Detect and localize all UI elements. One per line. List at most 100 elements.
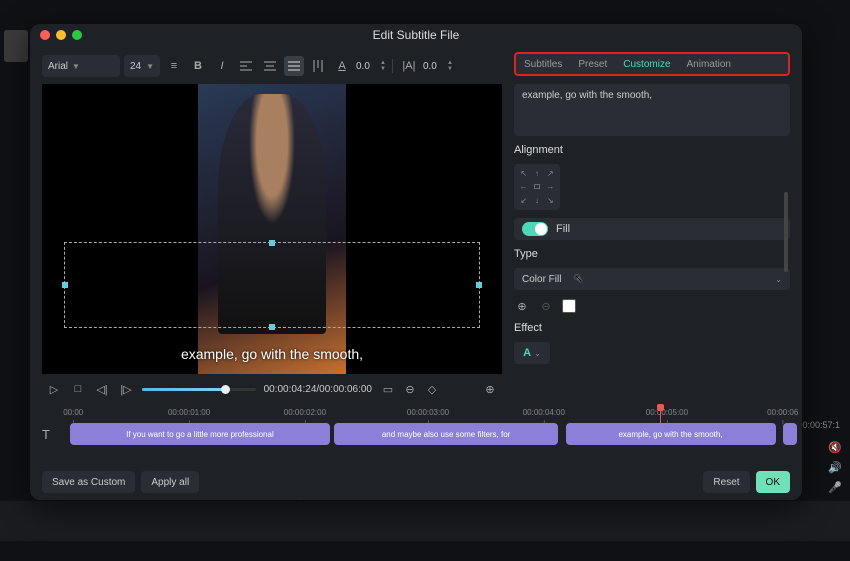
- align-center-button[interactable]: [260, 56, 280, 76]
- tick: 00:00:05:00: [646, 408, 688, 417]
- stop-button[interactable]: □: [70, 381, 86, 397]
- tick: 00:00:04:00: [523, 408, 565, 417]
- chevron-down-icon: ▼: [72, 62, 80, 71]
- align-top-left[interactable]: ↖: [518, 168, 529, 179]
- crop-icon[interactable]: ▭: [380, 381, 396, 397]
- tab-preset[interactable]: Preset: [570, 54, 615, 74]
- video-frame: [198, 84, 346, 374]
- align-mid-left[interactable]: ←: [518, 181, 529, 192]
- edit-subtitle-modal: Edit Subtitle File Arial ▼ 24 ▼ ≡ B I: [30, 24, 802, 500]
- speaker-icon: 🔊: [828, 460, 842, 474]
- subtitle-text-field[interactable]: example, go with the smooth,: [514, 84, 790, 136]
- zoom-fit-button[interactable]: ◇: [424, 381, 440, 397]
- align-bot-left[interactable]: ↙: [518, 195, 529, 206]
- add-color-button[interactable]: ⊕: [514, 298, 530, 314]
- tick: 00:00: [63, 408, 83, 417]
- bold-button[interactable]: B: [188, 56, 208, 76]
- align-bot-center[interactable]: ↓: [531, 195, 542, 206]
- timecode: 00:00:04:24/00:00:06:00: [264, 384, 372, 395]
- fill-toggle[interactable]: [522, 222, 548, 236]
- tab-customize[interactable]: Customize: [615, 54, 678, 74]
- text-track-icon: T: [42, 427, 60, 442]
- tick: 00:00:01:00: [168, 408, 210, 417]
- subtitle-clip-1[interactable]: If you want to go a little more professi…: [70, 423, 331, 445]
- slider-knob[interactable]: [221, 385, 230, 394]
- font-family-select[interactable]: Arial ▼: [42, 55, 120, 77]
- stepper-icon: ▲▼: [447, 60, 453, 72]
- timeline-ruler[interactable]: 00:00 00:00:01:00 00:00:02:00 00:00:03:0…: [66, 408, 790, 422]
- video-preview[interactable]: example, go with the smooth,: [42, 84, 502, 374]
- subtitle-text-value: example, go with the smooth,: [522, 90, 652, 101]
- resize-handle-top[interactable]: [269, 240, 275, 246]
- prev-frame-button[interactable]: ◁|: [94, 381, 110, 397]
- bg-thumbnail: [4, 30, 28, 62]
- color-swatch-white[interactable]: [562, 299, 576, 313]
- fill-type-value: Color Fill: [522, 274, 561, 285]
- reset-button[interactable]: Reset: [703, 471, 749, 493]
- align-justify-button[interactable]: [284, 56, 304, 76]
- alignment-label: Alignment: [514, 144, 790, 156]
- font-size-select[interactable]: 24 ▼: [124, 55, 160, 77]
- subtitle-timeline: 00:00 00:00:01:00 00:00:02:00 00:00:03:0…: [30, 404, 802, 464]
- remove-color-button[interactable]: ⊖: [538, 298, 554, 314]
- effect-label: Effect: [514, 322, 790, 334]
- effect-preview-char: A: [523, 347, 531, 359]
- side-tabs: Subtitles Preset Customize Animation: [514, 52, 790, 76]
- font-size-value: 24: [130, 61, 141, 72]
- chevron-down-icon: ▼: [146, 62, 154, 71]
- fill-type-select[interactable]: Color Fill ⌄ ↖: [514, 268, 790, 290]
- subtitle-clip-3[interactable]: example, go with the smooth,: [566, 423, 776, 445]
- align-top-right[interactable]: ↗: [545, 168, 556, 179]
- resize-handle-right[interactable]: [476, 282, 482, 288]
- align-mid-right[interactable]: →: [545, 181, 556, 192]
- align-left-button[interactable]: [236, 56, 256, 76]
- tab-subtitles[interactable]: Subtitles: [516, 54, 570, 74]
- effect-select[interactable]: A ⌄: [514, 342, 550, 364]
- playback-slider[interactable]: [142, 388, 256, 391]
- chevron-down-icon: ⌄: [534, 349, 541, 358]
- separator: [392, 59, 393, 73]
- resize-handle-bottom[interactable]: [269, 324, 275, 330]
- modal-footer: Save as Custom Apply all Reset OK: [30, 464, 802, 500]
- italic-button[interactable]: I: [212, 56, 232, 76]
- tab-animation[interactable]: Animation: [679, 54, 739, 74]
- side-scrollbar[interactable]: [784, 192, 788, 272]
- zoom-in-button[interactable]: ⊕: [482, 381, 498, 397]
- alignment-grid[interactable]: ↖ ↑ ↗ ← □ → ↙ ↓ ↘: [514, 164, 560, 210]
- apply-all-button[interactable]: Apply all: [141, 471, 199, 493]
- text-color-button[interactable]: A: [332, 56, 352, 76]
- subtitle-clip-2[interactable]: and maybe also use some filters, for: [334, 423, 558, 445]
- line-height-input[interactable]: 0.0 ▲▼: [423, 60, 453, 72]
- zoom-out-button[interactable]: ⊖: [402, 381, 418, 397]
- play-button[interactable]: ▷: [46, 381, 62, 397]
- ok-button[interactable]: OK: [756, 471, 790, 493]
- fill-label: Fill: [556, 223, 570, 235]
- bg-sidebar-icons: 🔇 🔊 🎤: [828, 440, 842, 494]
- next-frame-button[interactable]: |▷: [118, 381, 134, 397]
- align-center[interactable]: □: [531, 181, 542, 192]
- color-row: ⊕ ⊖: [514, 298, 790, 314]
- type-label: Type: [514, 248, 790, 260]
- align-top-center[interactable]: ↑: [531, 168, 542, 179]
- align-bot-right[interactable]: ↘: [545, 195, 556, 206]
- vertical-text-button[interactable]: [308, 56, 328, 76]
- tick: 00:00:06: [767, 408, 798, 417]
- line-height-icon[interactable]: |A|: [399, 56, 419, 76]
- bg-timecode: 00:00:57:1: [797, 420, 840, 430]
- tick: 00:00:03:00: [407, 408, 449, 417]
- chevron-down-icon: ⌄: [775, 275, 782, 284]
- resize-handle-left[interactable]: [62, 282, 68, 288]
- subtitle-selection-box[interactable]: [64, 242, 480, 328]
- bg-timeline: [0, 501, 850, 541]
- mic-icon: 🎤: [828, 480, 842, 494]
- save-as-custom-button[interactable]: Save as Custom: [42, 471, 135, 493]
- font-family-value: Arial: [48, 61, 68, 72]
- subtitle-track: T If you want to go a little more profes…: [42, 422, 790, 446]
- tick: 00:00:02:00: [284, 408, 326, 417]
- stepper-icon: ▲▼: [380, 60, 386, 72]
- indent-icon[interactable]: ≡: [164, 56, 184, 76]
- fill-toggle-row: Fill: [514, 218, 790, 240]
- subtitle-clip-4[interactable]: [783, 423, 797, 445]
- mute-icon: 🔇: [828, 440, 842, 454]
- letter-spacing-input[interactable]: 0.0 ▲▼: [356, 60, 386, 72]
